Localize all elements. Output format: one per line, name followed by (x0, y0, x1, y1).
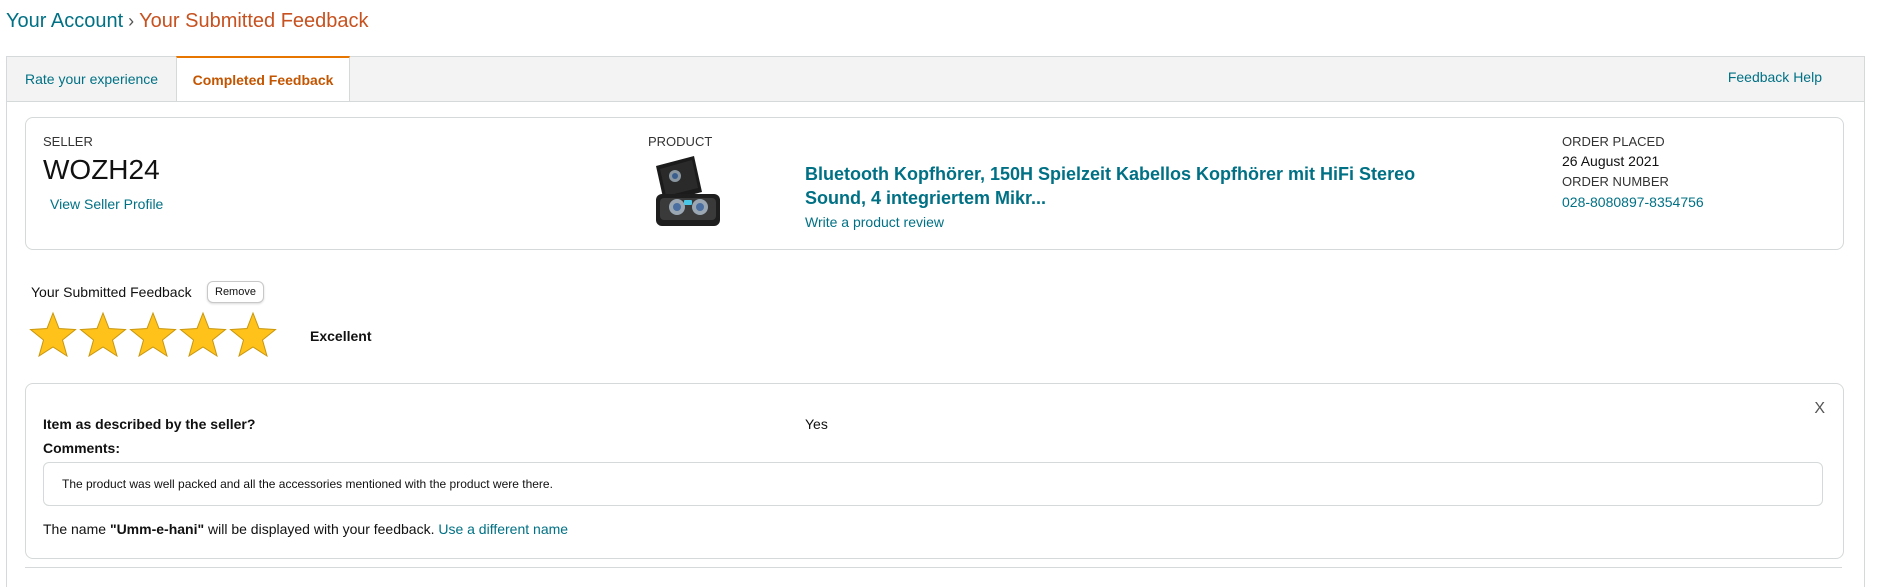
breadcrumb-separator: › (128, 11, 135, 31)
item-described-answer: Yes (805, 416, 828, 432)
star-icon (129, 311, 177, 358)
item-described-question: Item as described by the seller? (43, 416, 256, 432)
star-icon (79, 311, 127, 358)
star-icon (229, 311, 277, 358)
seller-label: SELLER (43, 134, 93, 149)
display-name: "Umm-e-hani" (109, 521, 205, 537)
write-product-review-link[interactable]: Write a product review (805, 214, 944, 230)
product-label: PRODUCT (648, 134, 713, 149)
display-name-prefix: The name (43, 521, 110, 537)
feedback-help-link[interactable]: Feedback Help (1728, 69, 1822, 85)
feedback-detail-card: X Item as described by the seller? Yes C… (25, 383, 1844, 559)
feedback-panel: Rate your experience Completed Feedback … (6, 56, 1865, 587)
use-different-name-link[interactable]: Use a different name (438, 521, 568, 537)
order-summary-card: SELLER WOZH24 View Seller Profile PRODUC… (25, 117, 1844, 250)
seller-name: WOZH24 (43, 154, 160, 185)
display-name-notice: The name "Umm-e-hani" will be displayed … (43, 521, 568, 537)
order-placed-date: 26 August 2021 (1562, 153, 1660, 169)
rating-text: Excellent (310, 328, 372, 344)
star-icon (179, 311, 227, 358)
product-image[interactable] (650, 154, 726, 232)
display-name-suffix: will be displayed with your feedback. (204, 521, 439, 537)
breadcrumb-your-account[interactable]: Your Account (6, 10, 123, 32)
order-number-link[interactable]: 028-8080897-8354756 (1562, 194, 1704, 210)
submitted-feedback-title: Your Submitted Feedback (31, 284, 192, 300)
close-icon[interactable]: X (1814, 400, 1825, 418)
order-number-label: ORDER NUMBER (1562, 174, 1669, 189)
tab-rate-your-experience[interactable]: Rate your experience (25, 57, 158, 101)
breadcrumb-current: Your Submitted Feedback (139, 10, 369, 32)
product-title-link[interactable]: Bluetooth Kopfhörer, 150H Spielzeit Kabe… (805, 162, 1445, 210)
view-seller-profile-link[interactable]: View Seller Profile (50, 196, 163, 212)
tab-bar: Rate your experience Completed Feedback … (7, 56, 1864, 102)
order-placed-label: ORDER PLACED (1562, 134, 1665, 149)
comment-text: The product was well packed and all the … (43, 462, 1823, 506)
breadcrumb: Your Account › Your Submitted Feedback (6, 10, 369, 33)
comments-label: Comments: (43, 440, 121, 456)
tab-completed-feedback[interactable]: Completed Feedback (176, 56, 350, 101)
divider (25, 567, 1842, 568)
star-icon (29, 311, 77, 358)
remove-feedback-button[interactable]: Remove (207, 281, 264, 303)
